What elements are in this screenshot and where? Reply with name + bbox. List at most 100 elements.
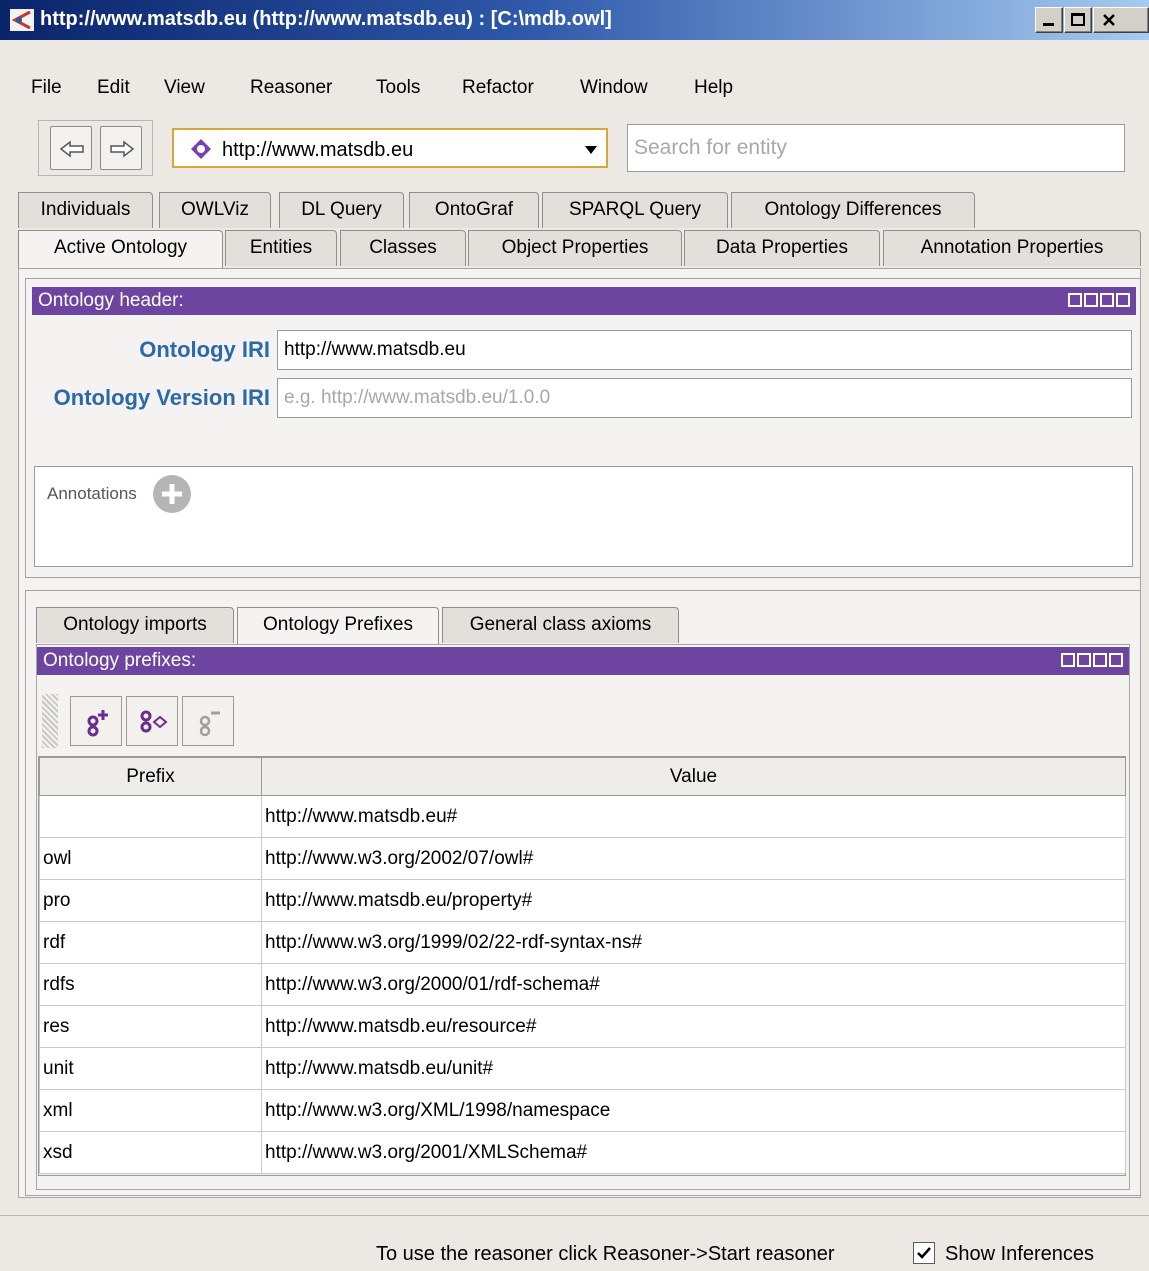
tab-active-ontology[interactable]: Active Ontology (18, 230, 223, 268)
tab-entities[interactable]: Entities (225, 230, 337, 266)
tab-owlviz[interactable]: OWLViz (159, 192, 271, 228)
ontology-diamond-icon (191, 139, 211, 159)
protege-app-icon (10, 9, 34, 31)
tab-sparql-query[interactable]: SPARQL Query (542, 192, 728, 228)
add-prefix-button[interactable] (70, 696, 122, 746)
maximize-icon (1071, 13, 1085, 26)
forward-button[interactable] (100, 126, 142, 170)
status-separator (0, 1215, 1149, 1216)
menu-help[interactable]: Help (694, 77, 733, 99)
ontology-iri-input[interactable] (277, 330, 1132, 370)
minimize-button[interactable] (1035, 7, 1063, 33)
show-inferences-label[interactable]: Show Inferences (945, 1243, 1094, 1266)
value-cell[interactable]: http://www.w3.org/1999/02/22-rdf-syntax-… (261, 921, 1126, 964)
reasoner-status-message: To use the reasoner click Reasoner->Star… (376, 1243, 835, 1265)
tab-ontology-prefixes[interactable]: Ontology Prefixes (237, 607, 439, 645)
tab-general-class-axioms[interactable]: General class axioms (442, 607, 679, 643)
column-header-value[interactable]: Value (261, 757, 1126, 796)
table-row[interactable]: xml http://www.w3.org/XML/1998/namespace (39, 1089, 1126, 1132)
menu-file[interactable]: File (31, 77, 62, 99)
prefix-cell[interactable]: pro (39, 879, 262, 922)
table-row[interactable]: pro http://www.matsdb.eu/property# (39, 879, 1126, 922)
prefix-cell[interactable]: unit (39, 1047, 262, 1090)
generate-prefix-icon (140, 710, 168, 733)
menu-window[interactable]: Window (580, 77, 648, 99)
menu-refactor[interactable]: Refactor (462, 77, 534, 99)
menu-tools[interactable]: Tools (376, 77, 420, 99)
add-prefix-icon (87, 710, 108, 737)
ontology-iri-label: Ontology IRI (139, 337, 270, 362)
value-cell[interactable]: http://www.matsdb.eu# (261, 795, 1126, 838)
active-ontology-value: http://www.matsdb.eu (222, 139, 414, 161)
maximize-button[interactable] (1064, 7, 1092, 33)
view-close-icon[interactable] (1116, 293, 1130, 307)
checkmark-icon (917, 1247, 931, 1259)
tab-classes[interactable]: Classes (340, 230, 466, 266)
prefix-cell[interactable]: xml (39, 1089, 262, 1132)
ontology-header-bar: Ontology header: (32, 287, 1136, 315)
window-title: http://www.matsdb.eu (http://www.matsdb.… (40, 8, 612, 30)
prefix-table: Prefix Value http://www.matsdb.eu# owl ht… (39, 757, 1126, 1174)
view-minimize-icon[interactable] (1077, 653, 1091, 667)
arrow-left-icon (59, 140, 84, 158)
active-ontology-selector[interactable]: http://www.matsdb.eu (172, 128, 608, 168)
value-cell[interactable]: http://www.w3.org/2002/07/owl# (261, 837, 1126, 880)
column-header-prefix[interactable]: Prefix (39, 757, 262, 796)
tab-data-properties[interactable]: Data Properties (684, 230, 880, 266)
menu-reasoner[interactable]: Reasoner (250, 77, 332, 99)
arrow-right-icon (110, 140, 135, 158)
prefix-cell[interactable]: owl (39, 837, 262, 880)
add-annotation-icon[interactable] (152, 474, 192, 514)
menu-view[interactable]: View (164, 77, 205, 99)
search-input[interactable] (627, 124, 1125, 172)
table-row[interactable]: res http://www.matsdb.eu/resource# (39, 1005, 1126, 1048)
close-icon (1103, 14, 1115, 26)
title-bar: http://www.matsdb.eu (http://www.matsdb.… (0, 0, 1149, 40)
view-close-icon[interactable] (1109, 653, 1123, 667)
tab-dl-query[interactable]: DL Query (279, 192, 404, 228)
table-row[interactable]: rdf http://www.w3.org/1999/02/22-rdf-synt… (39, 921, 1126, 964)
prefix-cell[interactable]: xsd (39, 1131, 262, 1174)
view-controls (1066, 293, 1130, 321)
tab-individuals[interactable]: Individuals (18, 192, 153, 228)
tab-ontograf[interactable]: OntoGraf (409, 192, 539, 228)
view-maximize-icon[interactable] (1100, 293, 1114, 307)
value-cell[interactable]: http://www.matsdb.eu/resource# (261, 1005, 1126, 1048)
view-split-icon[interactable] (1061, 653, 1075, 667)
tab-annotation-properties[interactable]: Annotation Properties (883, 230, 1141, 266)
table-row[interactable]: http://www.matsdb.eu# (39, 795, 1126, 838)
prefix-cell[interactable] (39, 795, 262, 838)
menu-edit[interactable]: Edit (97, 77, 130, 99)
view-minimize-icon[interactable] (1084, 293, 1098, 307)
prefix-cell[interactable]: rdf (39, 921, 262, 964)
minimize-icon (1043, 23, 1054, 26)
generate-prefix-button[interactable] (126, 696, 178, 746)
view-split-icon[interactable] (1068, 293, 1082, 307)
annotations-list: Annotations (34, 466, 1133, 567)
value-cell[interactable]: http://www.w3.org/2001/XMLSchema# (261, 1131, 1126, 1174)
tab-ontology-imports[interactable]: Ontology imports (36, 607, 234, 643)
toolbar-grip[interactable] (42, 694, 58, 748)
value-cell[interactable]: http://www.matsdb.eu/property# (261, 879, 1126, 922)
back-button[interactable] (50, 126, 92, 170)
table-row[interactable]: xsd http://www.w3.org/2001/XMLSchema# (39, 1131, 1126, 1174)
tab-ontology-differences[interactable]: Ontology Differences (731, 192, 975, 228)
value-cell[interactable]: http://www.w3.org/XML/1998/namespace (261, 1089, 1126, 1132)
ontology-version-iri-input[interactable] (277, 378, 1132, 418)
annotations-label: Annotations (47, 484, 137, 503)
chevron-down-icon (585, 146, 597, 154)
ontology-header-title: Ontology header: (38, 290, 184, 311)
prefix-cell[interactable]: rdfs (39, 963, 262, 1006)
table-row[interactable]: unit http://www.matsdb.eu/unit# (39, 1047, 1126, 1090)
table-row[interactable]: owl http://www.w3.org/2002/07/owl# (39, 837, 1126, 880)
view-maximize-icon[interactable] (1093, 653, 1107, 667)
table-row[interactable]: rdfs http://www.w3.org/2000/01/rdf-schema… (39, 963, 1126, 1006)
close-button[interactable] (1093, 7, 1149, 33)
show-inferences-checkbox[interactable] (913, 1242, 935, 1264)
value-cell[interactable]: http://www.matsdb.eu/unit# (261, 1047, 1126, 1090)
tab-object-properties[interactable]: Object Properties (468, 230, 682, 266)
view-controls (1059, 653, 1123, 681)
value-cell[interactable]: http://www.w3.org/2000/01/rdf-schema# (261, 963, 1126, 1006)
remove-prefix-button[interactable] (182, 696, 234, 746)
prefix-cell[interactable]: res (39, 1005, 262, 1048)
